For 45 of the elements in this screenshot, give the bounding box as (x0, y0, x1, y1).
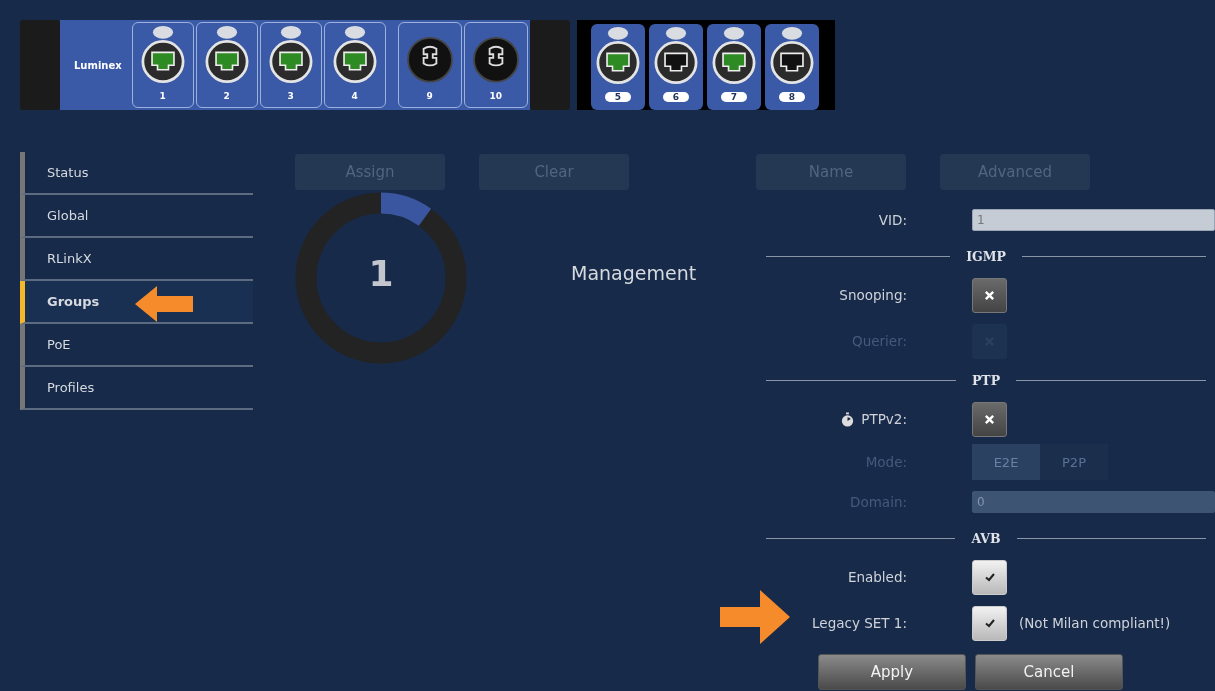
section-heading: AVB (971, 530, 1001, 546)
port-module[interactable]: 3 (259, 22, 322, 108)
port-number: 9 (426, 91, 433, 101)
sidebar-item[interactable]: Status (20, 152, 253, 195)
group-number: 1 (368, 252, 394, 294)
toggle-box[interactable] (972, 401, 1007, 437)
warning-note: (Not Milan compliant!) (1019, 615, 1171, 631)
brand-label: Luminex (74, 59, 122, 71)
field-label: Enabled: (847, 569, 907, 585)
port-number: 6 (662, 92, 690, 102)
port-number: 8 (778, 92, 806, 102)
port-module[interactable]: 9 (397, 22, 462, 108)
field-label: Legacy SET 1: (812, 615, 907, 631)
section-heading: IGMP (966, 248, 1006, 264)
port-module[interactable]: 2 (195, 22, 258, 108)
port-number: 2 (223, 91, 230, 101)
group-name: Management (571, 262, 697, 284)
check-icon (983, 571, 996, 583)
section-heading: PTP (971, 372, 1001, 388)
sidebar-item[interactable]: PoE (20, 324, 253, 367)
port-number: 7 (720, 92, 748, 102)
cross-icon (984, 289, 995, 301)
field-label: Snooping: (839, 287, 907, 303)
port-module[interactable]: 5 (591, 24, 645, 110)
field-label: PTPv2: (861, 411, 907, 427)
field-label: VID: (878, 212, 907, 228)
port-module[interactable]: 7 (707, 24, 761, 110)
port-number: 1 (159, 91, 166, 101)
sidebar-item[interactable]: Profiles (20, 367, 253, 410)
port-module[interactable]: 4 (323, 22, 386, 108)
port-number: 4 (351, 91, 358, 101)
cross-icon (984, 413, 995, 425)
port-number: 3 (287, 91, 294, 101)
port-module[interactable]: 8 (765, 24, 819, 110)
check-icon (983, 617, 996, 629)
port-module[interactable]: 6 (649, 24, 703, 110)
port-number: 10 (489, 91, 502, 101)
port-module[interactable]: 1 (131, 22, 194, 108)
port-module[interactable]: 10 (463, 22, 528, 108)
footer-button[interactable]: Apply (818, 654, 966, 690)
footer-button[interactable]: Cancel (975, 654, 1123, 690)
port-number: 5 (604, 92, 632, 102)
sidebar-item[interactable]: Groups (20, 281, 253, 324)
sidebar-item[interactable]: Global (20, 195, 253, 238)
toggle-box[interactable] (972, 277, 1007, 313)
